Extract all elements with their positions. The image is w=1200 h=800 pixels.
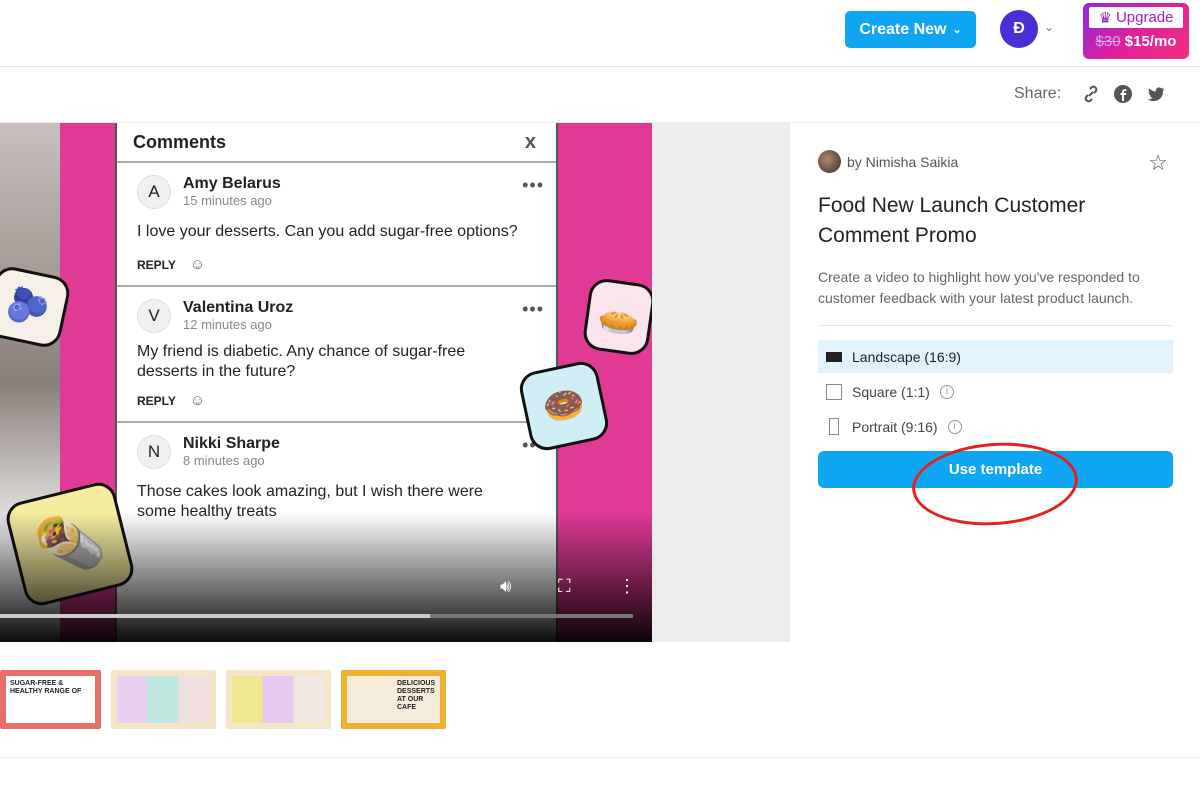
- more-icon: •••: [522, 299, 544, 319]
- comment-avatar: N: [137, 435, 171, 469]
- fullscreen-icon[interactable]: ⛶: [558, 576, 571, 597]
- old-price: $30: [1095, 33, 1121, 50]
- volume-icon[interactable]: 🔊︎: [500, 576, 511, 597]
- comment-item: V Valentina Uroz 12 minutes ago ••• My f…: [117, 287, 556, 423]
- template-title: Food New Launch Customer Comment Promo: [818, 194, 1086, 247]
- divider: [0, 757, 1200, 758]
- thumbnail-4[interactable]: DELICIOUS DESSERTS AT OUR CAFE: [341, 670, 446, 729]
- upgrade-button[interactable]: ♛ Upgrade $30 $15/mo: [1083, 3, 1189, 59]
- use-template-button[interactable]: Use template: [818, 451, 1173, 488]
- video-frame[interactable]: Comments x A Amy Belarus 15 minutes ago •…: [0, 123, 652, 642]
- comments-title: Comments: [133, 131, 227, 152]
- chevron-down-icon: ⌄: [952, 24, 962, 36]
- share-label: Share:: [1014, 85, 1062, 102]
- comment-item: A Amy Belarus 15 minutes ago ••• I love …: [117, 163, 556, 287]
- video-preview[interactable]: Comments x A Amy Belarus 15 minutes ago •…: [0, 123, 790, 642]
- info-icon[interactable]: i: [947, 419, 962, 434]
- thumbnail-1[interactable]: SUGAR-FREE & HEALTHY RANGE OF: [0, 670, 101, 729]
- thumbnail-2[interactable]: [111, 670, 216, 729]
- top-bar: Create New ⌄ Đ ⌄ ♛ Upgrade $30 $15/mo: [0, 0, 1200, 67]
- twitter-icon[interactable]: [1146, 84, 1166, 104]
- thumbnail-3[interactable]: [226, 670, 331, 729]
- more-vertical-icon[interactable]: ⋮: [618, 576, 636, 597]
- video-controls-overlay: [0, 512, 652, 642]
- user-avatar[interactable]: Đ: [1000, 10, 1038, 48]
- format-square[interactable]: Square (1:1) i: [818, 375, 1173, 408]
- info-icon[interactable]: i: [939, 384, 954, 399]
- new-price: $15/mo: [1124, 33, 1177, 50]
- template-description: Create a video to highlight how you've r…: [818, 267, 1173, 326]
- portrait-icon: [829, 418, 839, 435]
- landscape-icon: [826, 351, 842, 362]
- video-progress-bar[interactable]: [0, 614, 633, 618]
- template-details: by Nimisha Saikia ☆ Food New Launch Cust…: [818, 150, 1173, 488]
- pie-sticker: 🥧: [581, 276, 652, 358]
- chevron-down-icon[interactable]: ⌄: [1044, 20, 1054, 34]
- more-icon: •••: [522, 175, 544, 195]
- smiley-icon: ☺: [189, 256, 206, 273]
- comment-avatar: A: [137, 175, 171, 209]
- author-avatar: [818, 150, 841, 173]
- progress-fill: [0, 614, 431, 618]
- close-icon: x: [524, 130, 536, 153]
- crown-icon: ♛: [1098, 9, 1112, 27]
- share-bar: Share:: [0, 67, 1200, 123]
- format-portrait[interactable]: Portrait (9:16) i: [818, 410, 1173, 443]
- star-icon[interactable]: ☆: [1148, 150, 1168, 176]
- donut-sticker: 🍩: [516, 358, 612, 454]
- smiley-icon: ☺: [189, 392, 206, 409]
- comment-avatar: V: [137, 299, 171, 333]
- blueberry-sticker: 🫐: [0, 263, 73, 351]
- comment-item: N Nikki Sharpe 8 minutes ago ••• Those c…: [137, 435, 544, 520]
- facebook-icon[interactable]: [1113, 84, 1133, 104]
- link-icon[interactable]: [1081, 84, 1101, 104]
- format-landscape[interactable]: Landscape (16:9): [818, 340, 1173, 373]
- create-new-button[interactable]: Create New ⌄: [845, 11, 976, 48]
- author[interactable]: by Nimisha Saikia: [818, 150, 1173, 173]
- square-icon: [826, 383, 842, 400]
